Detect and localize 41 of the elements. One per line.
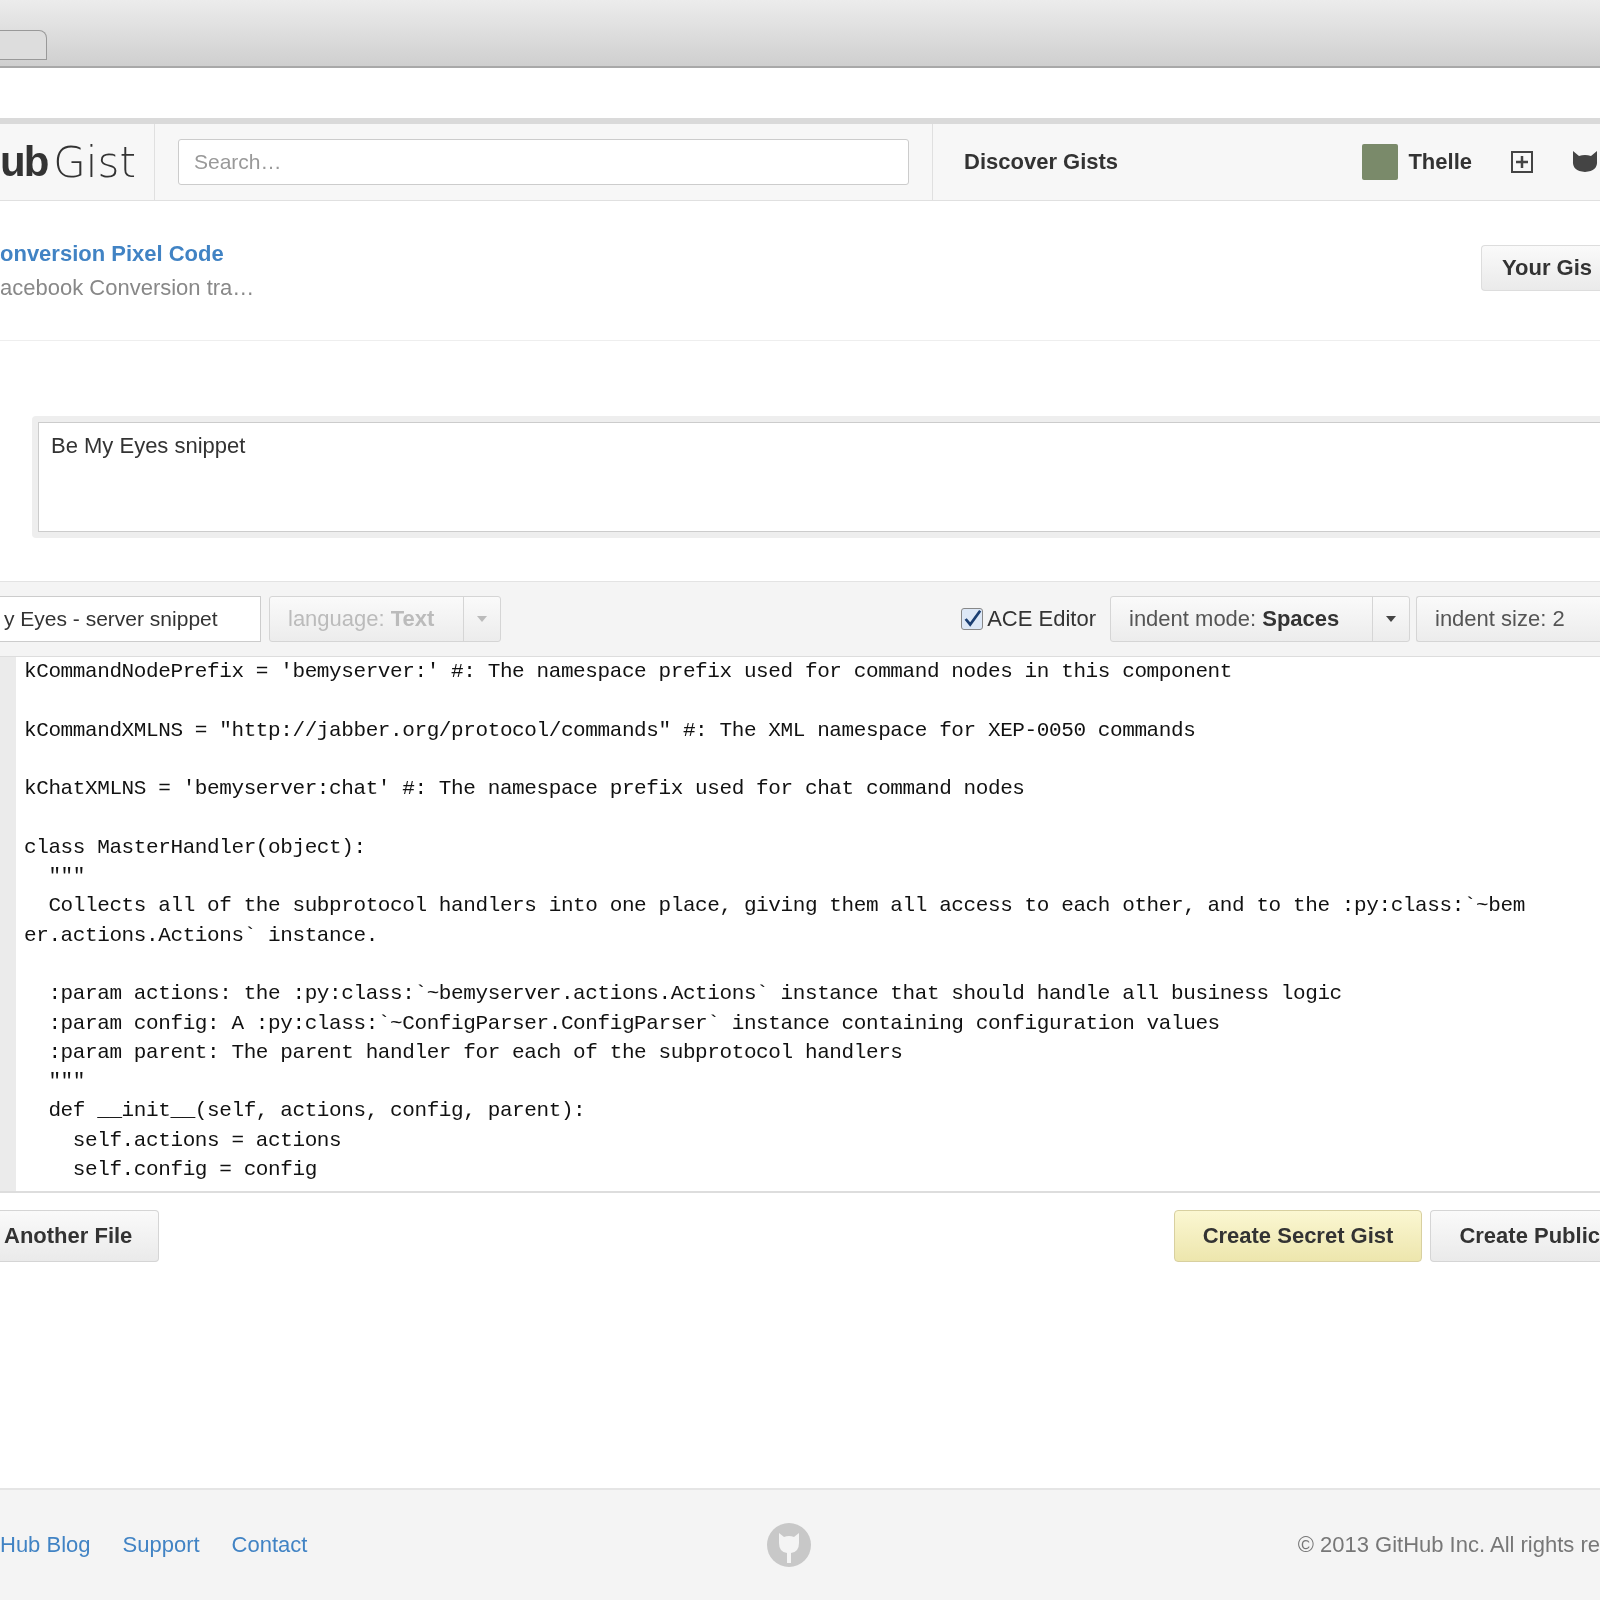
logo-product-text[interactable]: Gist bbox=[53, 137, 136, 187]
new-gist-icon[interactable] bbox=[1510, 150, 1534, 174]
add-file-button[interactable]: Another File bbox=[0, 1210, 160, 1262]
gist-description: acebook Conversion tra… bbox=[0, 275, 255, 301]
gist-title-link[interactable]: onversion Pixel Code bbox=[0, 241, 255, 267]
octocat-icon[interactable] bbox=[1570, 149, 1600, 175]
code-line: """ bbox=[47, 864, 86, 891]
caret-icon bbox=[477, 616, 487, 622]
logo-text[interactable]: ub bbox=[0, 138, 48, 186]
code-line: self.actions = actions bbox=[71, 1127, 343, 1154]
footer-link[interactable]: Hub Blog bbox=[0, 1532, 91, 1558]
footer-link[interactable]: Support bbox=[122, 1532, 200, 1558]
description-field[interactable]: Be My Eyes snippet bbox=[38, 422, 1600, 532]
code-line: Collects all of the subprotocol handlers into one place, giving them all access to each other, and to the :py:class:`~bem bbox=[47, 893, 1525, 920]
code-line: :param parent: The parent handler for each of the subprotocol handlers bbox=[47, 1039, 904, 1066]
code-line: def __init__(self, actions, config, parent): bbox=[47, 1098, 587, 1125]
code-line: """ bbox=[47, 1069, 86, 1096]
code-line: :param actions: the :py:class:`~bemyserver.actions.Actions` instance that should handle all business logic bbox=[47, 981, 1343, 1008]
code-line: class MasterHandler(object): bbox=[24, 834, 367, 861]
your-gists-button[interactable]: Your Gis bbox=[1481, 245, 1600, 291]
indent-mode-select[interactable]: indent mode: Spaces bbox=[1110, 596, 1410, 642]
code-line: er.actions.Actions` instance. bbox=[24, 922, 379, 949]
code-line: :param config: A :py:class:`~ConfigParser.ConfigParser` instance containing configuration values bbox=[47, 1010, 1221, 1037]
caret-icon bbox=[1386, 616, 1396, 622]
ace-editor-label: ACE Editor bbox=[987, 606, 1096, 632]
indent-size-select[interactable]: indent size: 2 bbox=[1416, 596, 1600, 642]
create-public-gist-button[interactable]: Create Public bbox=[1430, 1210, 1600, 1262]
code-line: kCommandNodePrefix = 'bemyserver:' #: The namespace prefix used for command nodes in this component bbox=[24, 659, 1233, 685]
discover-gists-link[interactable]: Discover Gists bbox=[964, 149, 1119, 175]
filename-field[interactable]: y Eyes - server snippet bbox=[0, 596, 261, 642]
footer-link[interactable]: Contact bbox=[231, 1532, 308, 1558]
ace-editor-checkbox[interactable] bbox=[961, 608, 984, 630]
create-secret-gist-button[interactable]: Create Secret Gist bbox=[1173, 1210, 1423, 1262]
copyright-text: © 2013 GitHub Inc. All rights re bbox=[1297, 1532, 1600, 1558]
username-link[interactable]: Thelle bbox=[1408, 149, 1472, 175]
code-line: self.config = config bbox=[71, 1157, 318, 1184]
code-editor[interactable] bbox=[0, 657, 1600, 1193]
code-line: kChatXMLNS = 'bemyserver:chat' #: The namespace prefix used for chat command nodes bbox=[24, 776, 1026, 803]
code-line: kCommandXMLNS = "http://jabber.org/protocol/commands" #: The XML namespace for XEP-0050 commands bbox=[24, 717, 1197, 744]
user-avatar[interactable] bbox=[1362, 144, 1399, 180]
search-field[interactable]: Search… bbox=[178, 139, 909, 185]
